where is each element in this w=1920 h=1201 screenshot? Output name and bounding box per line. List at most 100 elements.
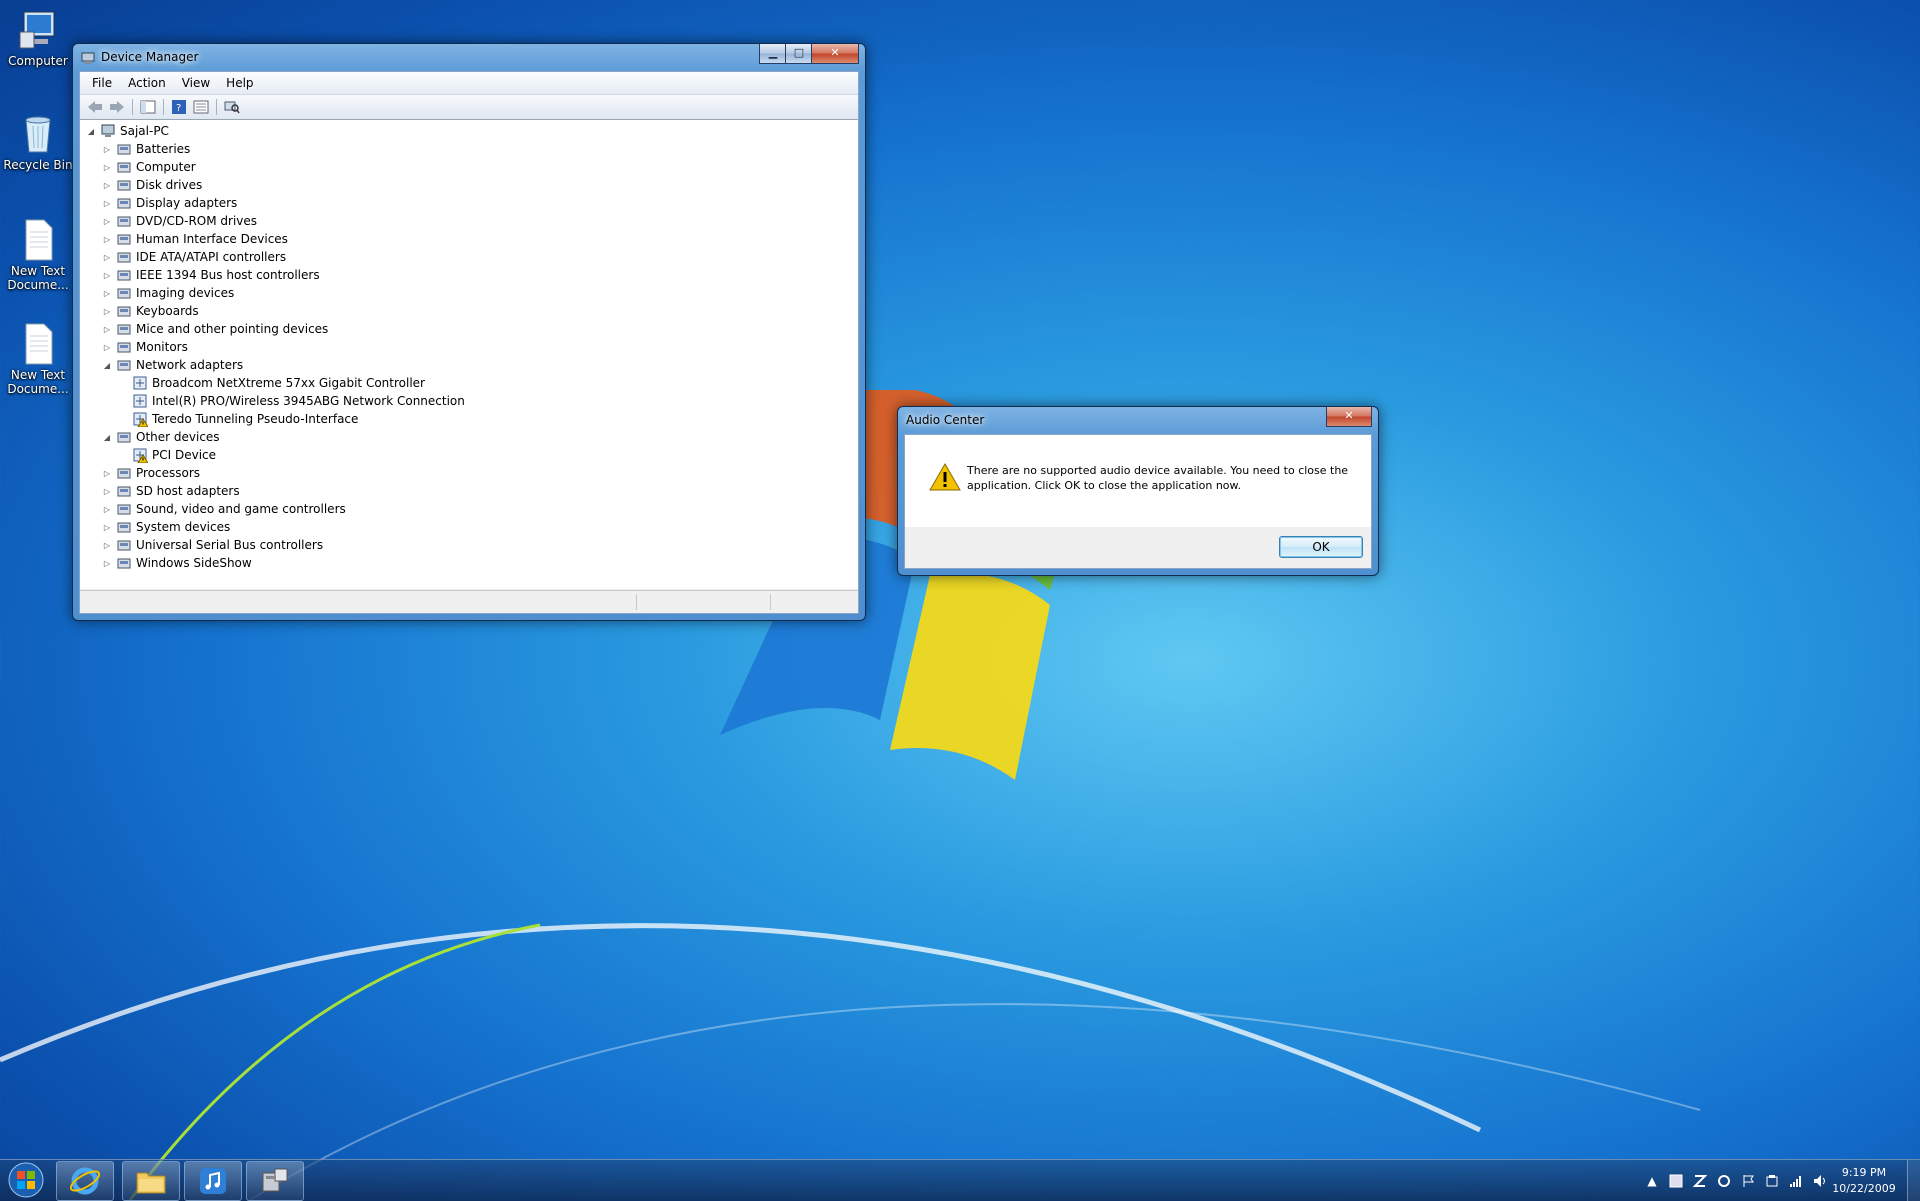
tree-category[interactable]: ▷ Sound, video and game controllers: [102, 500, 346, 518]
collapse-arrow-icon[interactable]: ◢: [102, 360, 112, 370]
menu-view[interactable]: View: [174, 74, 218, 92]
expand-arrow-icon[interactable]: ▷: [102, 198, 112, 208]
help-button[interactable]: ?: [168, 97, 190, 117]
tree-category[interactable]: ▷ DVD/CD-ROM drives: [102, 212, 257, 230]
tree-category-label: Imaging devices: [136, 286, 235, 300]
menu-help[interactable]: Help: [218, 74, 261, 92]
taskbar-clock[interactable]: 9:19 PM 10/22/2009: [1824, 1165, 1904, 1197]
expand-arrow-icon[interactable]: ▷: [102, 504, 112, 514]
desktop-icon-label: New Text Docume...: [7, 368, 69, 396]
collapse-arrow-icon[interactable]: ◢: [102, 432, 112, 442]
tree-device[interactable]: Broadcom NetXtreme 57xx Gigabit Controll…: [132, 374, 425, 392]
expand-arrow-icon[interactable]: ▷: [102, 522, 112, 532]
back-button[interactable]: [84, 97, 106, 117]
device-tree[interactable]: ◢ Sajal-PC ▷ Batteries ▷ Computer ▷ Disk driv…: [80, 119, 858, 589]
expand-arrow-icon[interactable]: ▷: [102, 234, 112, 244]
taskbar-internet-explorer[interactable]: [56, 1161, 114, 1201]
tree-device[interactable]: Intel(R) PRO/Wireless 3945ABG Network Co…: [132, 392, 465, 410]
close-button[interactable]: ✕: [811, 44, 859, 64]
expand-arrow-icon[interactable]: ▷: [102, 252, 112, 262]
menu-action[interactable]: Action: [120, 74, 174, 92]
device-category-icon: [116, 249, 132, 265]
tree-device[interactable]: PCI Device: [132, 446, 216, 464]
tree-category[interactable]: ▷ IDE ATA/ATAPI controllers: [102, 248, 286, 266]
tree-category[interactable]: ▷ Universal Serial Bus controllers: [102, 536, 323, 554]
expand-arrow-icon[interactable]: ▷: [102, 270, 112, 280]
tree-device[interactable]: Teredo Tunneling Pseudo-Interface: [132, 410, 358, 428]
tray-app-icon[interactable]: [1692, 1173, 1708, 1189]
expand-arrow-icon[interactable]: ▷: [102, 540, 112, 550]
tree-category[interactable]: ▷ Imaging devices: [102, 284, 234, 302]
tree-category[interactable]: ▷ SD host adapters: [102, 482, 240, 500]
windows-start-icon: [8, 1162, 44, 1198]
network-signal-icon[interactable]: [1788, 1173, 1804, 1189]
tree-category[interactable]: ▷ Display adapters: [102, 194, 237, 212]
status-segment: [770, 594, 771, 610]
collapse-arrow-icon[interactable]: ◢: [86, 126, 96, 136]
tray-app-icon[interactable]: [1668, 1173, 1684, 1189]
expand-arrow-icon[interactable]: ▷: [102, 468, 112, 478]
desktop-icon-recycle-bin[interactable]: Recycle Bin: [0, 112, 76, 172]
tree-category[interactable]: ◢ Other devices: [102, 428, 220, 446]
expand-arrow-icon[interactable]: ▷: [102, 144, 112, 154]
tree-category[interactable]: ▷ Monitors: [102, 338, 188, 356]
tree-category[interactable]: ▷ Human Interface Devices: [102, 230, 288, 248]
tree-root[interactable]: ◢ Sajal-PC: [86, 122, 169, 140]
tree-category[interactable]: ▷ Computer: [102, 158, 196, 176]
show-hidden-icons-icon[interactable]: ▲: [1644, 1173, 1660, 1189]
properties-button[interactable]: [190, 97, 212, 117]
expand-arrow-icon[interactable]: ▷: [102, 558, 112, 568]
tree-category[interactable]: ◢ Network adapters: [102, 356, 243, 374]
taskbar-device-manager[interactable]: [246, 1161, 304, 1201]
help-icon: ?: [172, 100, 186, 114]
desktop-icon-computer[interactable]: Computer: [0, 8, 76, 68]
tree-device-label: Broadcom NetXtreme 57xx Gigabit Controll…: [152, 376, 425, 390]
menu-file[interactable]: File: [84, 74, 120, 92]
tree-root-label: Sajal-PC: [120, 124, 169, 138]
tree-category[interactable]: ▷ Batteries: [102, 140, 190, 158]
scan-hardware-button[interactable]: [221, 97, 243, 117]
device-category-icon: [116, 501, 132, 517]
taskbar-itunes[interactable]: [184, 1161, 242, 1201]
maximize-button[interactable]: □: [785, 44, 813, 64]
start-button[interactable]: [4, 1161, 48, 1199]
expand-arrow-icon[interactable]: ▷: [102, 306, 112, 316]
expand-arrow-icon[interactable]: ▷: [102, 324, 112, 334]
expand-arrow-icon[interactable]: ▷: [102, 180, 112, 190]
expand-arrow-icon[interactable]: ▷: [102, 216, 112, 226]
tree-category[interactable]: ▷ Keyboards: [102, 302, 199, 320]
tree-category-label: Sound, video and game controllers: [136, 502, 346, 516]
minimize-button[interactable]: ▁: [759, 44, 787, 64]
tree-category[interactable]: ▷ Mice and other pointing devices: [102, 320, 328, 338]
action-center-flag-icon[interactable]: [1740, 1173, 1756, 1189]
taskbar-windows-explorer[interactable]: [122, 1161, 180, 1201]
device-category-icon: [116, 231, 132, 247]
tree-category[interactable]: ▷ System devices: [102, 518, 230, 536]
close-icon: ✕: [830, 46, 840, 59]
menu-bar: File Action View Help: [80, 72, 858, 95]
close-button[interactable]: ✕: [1326, 407, 1372, 427]
status-bar: [80, 590, 858, 613]
warning-icon: [929, 462, 961, 494]
show-hide-tree-button[interactable]: [137, 97, 159, 117]
show-desktop-button[interactable]: [1907, 1160, 1920, 1201]
device-category-icon: [116, 357, 132, 373]
tray-app-icon[interactable]: [1716, 1173, 1732, 1189]
tree-category[interactable]: ▷ Disk drives: [102, 176, 202, 194]
expand-arrow-icon[interactable]: ▷: [102, 288, 112, 298]
device-manager-window[interactable]: Device Manager ▁ □ ✕ File Action View He…: [72, 43, 866, 621]
tree-category[interactable]: ▷ IEEE 1394 Bus host controllers: [102, 266, 320, 284]
expand-arrow-icon[interactable]: ▷: [102, 486, 112, 496]
forward-button[interactable]: [106, 97, 128, 117]
ok-button[interactable]: OK: [1279, 536, 1363, 558]
tray-app-icon[interactable]: [1764, 1173, 1780, 1189]
desktop-icon-text-document-2[interactable]: New Text Docume...: [0, 322, 76, 396]
expand-arrow-icon[interactable]: ▷: [102, 162, 112, 172]
desktop-icon-text-document-1[interactable]: New Text Docume...: [0, 218, 76, 292]
audio-center-dialog[interactable]: Audio Center ✕ There are no supported au…: [897, 406, 1379, 576]
expand-arrow-icon[interactable]: ▷: [102, 342, 112, 352]
device-category-icon: [116, 537, 132, 553]
tree-category[interactable]: ▷ Windows SideShow: [102, 554, 252, 572]
properties-icon: [193, 100, 209, 114]
tree-category[interactable]: ▷ Processors: [102, 464, 200, 482]
